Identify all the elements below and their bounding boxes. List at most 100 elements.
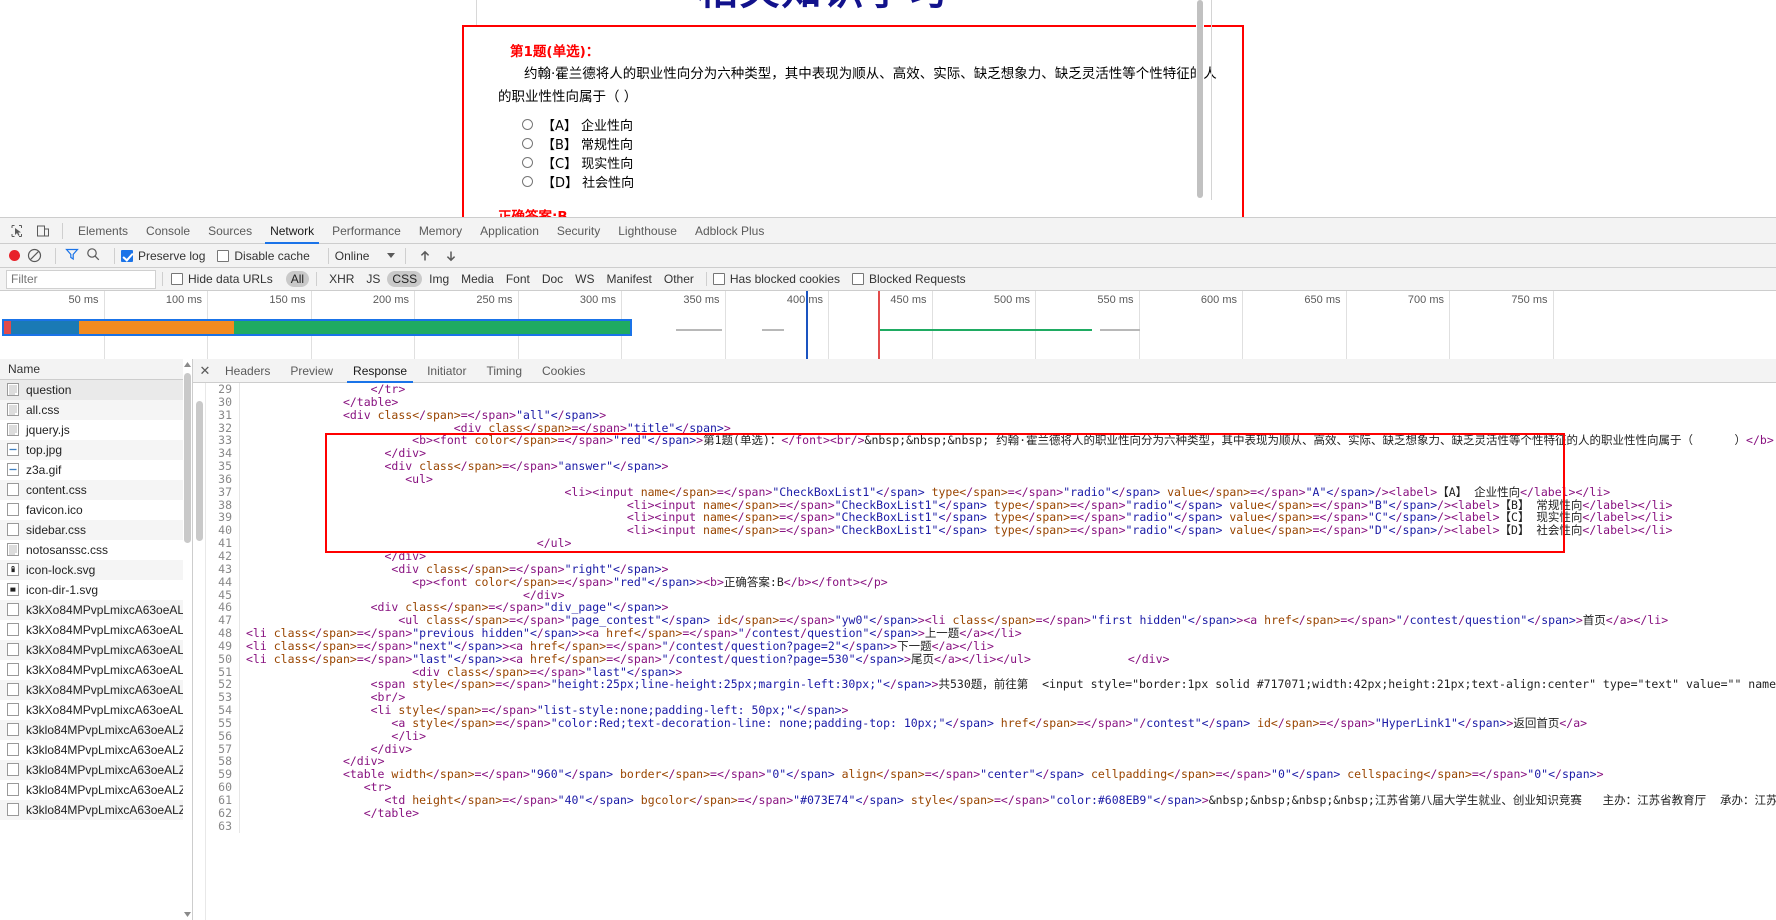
request-row[interactable]: icon-lock.svg xyxy=(0,560,192,580)
code-line-text: </table> xyxy=(363,805,420,820)
type-filter-ws[interactable]: WS xyxy=(570,271,599,287)
tab-application[interactable]: Application xyxy=(471,218,548,244)
tab-elements[interactable]: Elements xyxy=(69,218,137,244)
clear-icon[interactable] xyxy=(27,248,43,264)
tab-network[interactable]: Network xyxy=(261,218,323,244)
detail-tab-headers[interactable]: Headers xyxy=(215,359,280,383)
page-scrollbar[interactable] xyxy=(1196,0,1204,200)
radio-icon[interactable] xyxy=(522,137,533,149)
filter-icon[interactable] xyxy=(65,247,79,264)
has-blocked-cookies-checkbox[interactable]: Has blocked cookies xyxy=(712,272,840,286)
request-row[interactable]: icon-dir-1.svg xyxy=(0,580,192,600)
detail-tab-preview[interactable]: Preview xyxy=(280,359,343,383)
request-row[interactable]: notosanssc.css xyxy=(0,540,192,560)
tab-memory[interactable]: Memory xyxy=(410,218,471,244)
blocked-requests-checkbox[interactable]: Blocked Requests xyxy=(851,272,966,286)
code-horizontal-scrollbar[interactable] xyxy=(386,909,1776,920)
detail-tab-initiator[interactable]: Initiator xyxy=(417,359,476,383)
request-scrollbar-thumb[interactable] xyxy=(184,373,191,543)
chevron-down-icon[interactable] xyxy=(387,253,396,258)
type-filter-xhr[interactable]: XHR xyxy=(324,271,359,287)
request-row[interactable]: question xyxy=(0,380,192,400)
request-row[interactable]: jquery.js xyxy=(0,420,192,440)
option-c[interactable]: 【C】 现实性向 xyxy=(522,153,634,172)
search-icon[interactable] xyxy=(86,247,100,264)
request-row[interactable]: all.css xyxy=(0,400,192,420)
detail-tab-response[interactable]: Response xyxy=(343,359,417,383)
checkbox-icon[interactable] xyxy=(712,273,725,285)
inspect-element-icon[interactable] xyxy=(4,219,30,243)
option-b[interactable]: 【B】 常规性向 xyxy=(522,134,634,153)
checkbox-icon[interactable] xyxy=(171,273,183,285)
request-row[interactable]: z3a.gif xyxy=(0,460,192,480)
radio-icon[interactable] xyxy=(522,156,533,168)
toggle-device-toolbar-icon[interactable] xyxy=(30,219,56,243)
radio-icon[interactable] xyxy=(522,118,533,130)
scroll-down-icon[interactable] xyxy=(184,911,191,918)
tab-adblock-plus[interactable]: Adblock Plus xyxy=(686,218,773,244)
request-list-scrollbar[interactable] xyxy=(183,359,192,920)
request-row[interactable]: k3klo84MPvpLmixcA63oeALZhaC xyxy=(0,780,192,800)
type-filter-font[interactable]: Font xyxy=(501,271,535,287)
code-scrollbar-thumb[interactable] xyxy=(196,401,203,541)
record-icon[interactable] xyxy=(9,250,20,261)
request-row[interactable]: k3klo84MPvpLmixcA63oeALZhaC xyxy=(0,760,192,780)
filter-input[interactable] xyxy=(6,269,156,289)
request-row[interactable]: k3klo84MPvpLmixcA63oeALZhaC xyxy=(0,740,192,760)
response-source-code[interactable]: 29 </tr> 30 </table> 31 <div class</span>=… xyxy=(206,383,1776,920)
request-row[interactable]: top.jpg xyxy=(0,440,192,460)
request-row[interactable]: content.css xyxy=(0,480,192,500)
type-filter-js[interactable]: JS xyxy=(361,271,385,287)
tab-lighthouse[interactable]: Lighthouse xyxy=(609,218,686,244)
option-d[interactable]: 【D】 社会性向 xyxy=(522,172,634,191)
tab-performance[interactable]: Performance xyxy=(323,218,410,244)
type-filter-css[interactable]: CSS xyxy=(387,271,423,287)
checkbox-icon[interactable] xyxy=(851,273,864,285)
tab-console[interactable]: Console xyxy=(137,218,199,244)
detail-tab-cookies[interactable]: Cookies xyxy=(532,359,595,383)
checkbox-icon[interactable] xyxy=(217,249,230,262)
doc-icon xyxy=(7,383,20,397)
request-row[interactable]: k3kXo84MPvpLmixcA63oeALhLO. xyxy=(0,640,192,660)
preserve-log-checkbox[interactable]: Preserve log xyxy=(121,249,205,263)
code-line: 63 xyxy=(206,819,1776,833)
export-har-icon[interactable] xyxy=(438,244,464,268)
request-name: z3a.gif xyxy=(26,463,62,477)
overview-band-grey-1 xyxy=(676,329,722,331)
request-row[interactable]: sidebar.css xyxy=(0,520,192,540)
type-filter-other[interactable]: Other xyxy=(659,271,699,287)
request-name: k3klo84MPvpLmixcA63oeALZhaC xyxy=(26,763,192,777)
hide-data-urls-checkbox[interactable]: Hide data URLs xyxy=(171,272,273,286)
tab-sources[interactable]: Sources xyxy=(199,218,261,244)
checkbox-icon[interactable] xyxy=(121,249,133,262)
request-row[interactable]: k3kXo84MPvpLmixcA63oeALhLO. xyxy=(0,660,192,680)
type-filter-doc[interactable]: Doc xyxy=(537,271,568,287)
option-a[interactable]: 【A】 企业性向 xyxy=(522,115,634,134)
tab-security[interactable]: Security xyxy=(548,218,609,244)
request-row[interactable]: k3kXo84MPvpLmixcA63oeALhLO. xyxy=(0,600,192,620)
code-scrollbar[interactable] xyxy=(193,383,206,920)
overview-tick-label: 600 ms xyxy=(1200,294,1237,306)
disable-cache-checkbox[interactable]: Disable cache xyxy=(217,249,310,263)
type-filter-media[interactable]: Media xyxy=(456,271,499,287)
type-filter-all[interactable]: All xyxy=(285,271,310,287)
request-row[interactable]: k3klo84MPvpLmixcA63oeALZhaC xyxy=(0,800,192,820)
radio-icon[interactable] xyxy=(522,175,533,187)
request-row[interactable]: k3kXo84MPvpLmixcA63oeALhLO. xyxy=(0,680,192,700)
request-column-header[interactable]: Name xyxy=(0,359,192,380)
network-overview-timeline[interactable]: 50 ms 100 ms 150 ms 200 ms 250 ms 300 ms 350 m… xyxy=(0,291,1776,361)
request-row[interactable]: favicon.ico xyxy=(0,500,192,520)
page-scrollbar-thumb[interactable] xyxy=(1197,0,1203,198)
request-row[interactable]: k3kXo84MPvpLmixcA63oeALhLO. xyxy=(0,700,192,720)
detail-tab-timing[interactable]: Timing xyxy=(476,359,532,383)
close-icon[interactable]: ✕ xyxy=(195,363,215,379)
type-filter-img[interactable]: Img xyxy=(424,271,454,287)
request-row[interactable]: k3klo84MPvpLmixcA63oeALZhaC xyxy=(0,720,192,740)
throttling-select[interactable]: Online xyxy=(335,249,396,263)
network-controls-bar: Preserve log Disable cache Online xyxy=(0,244,1776,268)
import-har-icon[interactable] xyxy=(412,244,438,268)
response-code-viewer[interactable]: 29 </tr> 30 </table> 31 <div class</span>=… xyxy=(193,383,1776,920)
request-row[interactable]: k3kXo84MPvpLmixcA63oeALhLO. xyxy=(0,620,192,640)
type-filter-manifest[interactable]: Manifest xyxy=(602,271,657,287)
scroll-up-icon[interactable] xyxy=(184,361,191,368)
